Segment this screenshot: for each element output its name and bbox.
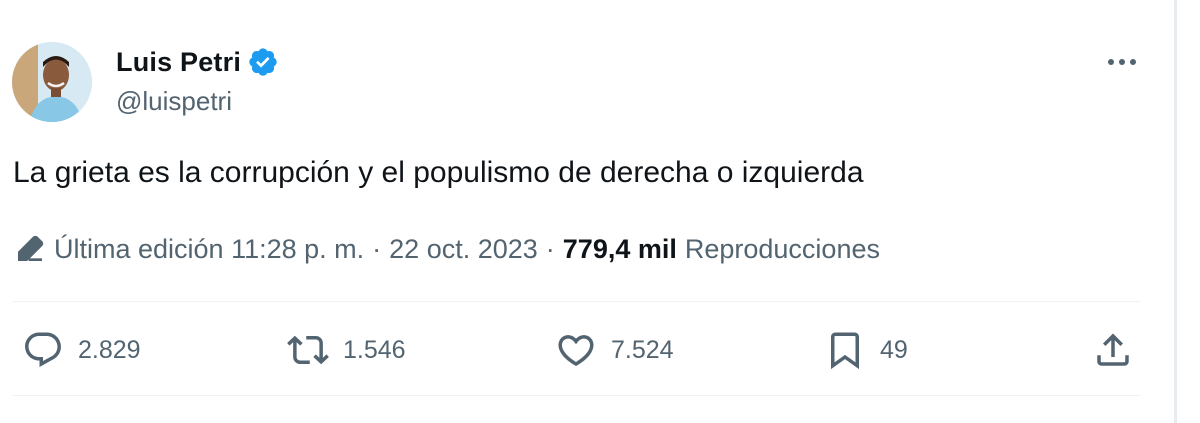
- bookmark-icon: [831, 332, 859, 370]
- divider: [13, 395, 1141, 396]
- meta-separator: ·: [545, 233, 555, 264]
- repost-button[interactable]: 1.546: [287, 328, 406, 372]
- repost-count: 1.546: [343, 335, 406, 364]
- more-icon: [1108, 59, 1136, 65]
- bookmark-button[interactable]: 49: [824, 328, 908, 372]
- divider: [13, 301, 1141, 302]
- views-label: Reproducciones: [684, 233, 880, 264]
- share-icon: [1097, 333, 1129, 366]
- author-name-row[interactable]: Luis Petri: [116, 44, 279, 80]
- last-edited-label[interactable]: Última edición 11:28 p. m.: [54, 234, 364, 265]
- avatar[interactable]: [12, 42, 92, 122]
- author-display-name[interactable]: Luis Petri: [116, 47, 241, 78]
- views-count: 779,4 mil: [562, 233, 677, 264]
- meta-separator: ·: [372, 233, 382, 264]
- column-border: [1174, 0, 1177, 423]
- reply-count: 2.829: [78, 335, 141, 364]
- bookmark-count: 49: [880, 335, 908, 364]
- author-handle[interactable]: @luispetri: [116, 86, 232, 117]
- tweet-date[interactable]: 22 oct. 2023: [389, 234, 538, 265]
- reply-icon: [25, 332, 61, 367]
- reply-button[interactable]: 2.829: [22, 328, 141, 372]
- edit-icon: [18, 235, 44, 261]
- verified-badge-icon[interactable]: [247, 46, 279, 78]
- like-count: 7.524: [611, 335, 674, 364]
- tweet-meta: Última edición 11:28 p. m. · 22 oct. 202…: [14, 230, 880, 268]
- more-button[interactable]: [1104, 48, 1140, 76]
- share-button[interactable]: [1092, 328, 1134, 372]
- like-button[interactable]: 7.524: [555, 328, 674, 372]
- repost-icon: [287, 335, 329, 365]
- tweet-text: La grieta es la corrupción y el populism…: [13, 156, 864, 189]
- like-icon: [558, 335, 594, 367]
